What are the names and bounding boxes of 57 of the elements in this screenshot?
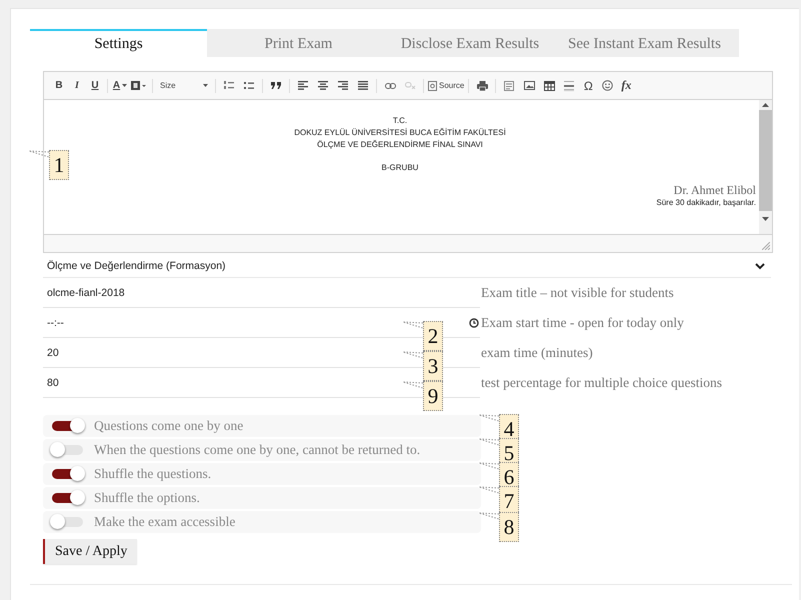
source-button[interactable]: Source	[427, 76, 466, 94]
leader-line	[478, 438, 499, 446]
document-line: DOKUZ EYLÜL ÜNİVERSİTESİ BUCA EĞİTİM FAKÜLTESİ	[294, 127, 506, 139]
toggle-label: Shuffle the options.	[94, 490, 200, 506]
chevron-down-icon	[755, 262, 765, 270]
callout-badge: 8	[499, 512, 519, 542]
leader-line	[478, 462, 499, 470]
tab[interactable]: Print Exam	[207, 29, 390, 57]
document-line: ÖLÇME VE DEĞERLENDİRME FİNAL SINAVI	[317, 139, 483, 151]
leader-line	[478, 414, 499, 422]
document-line: T.C.	[392, 115, 408, 127]
field-hint: exam time (minutes)	[481, 345, 593, 361]
toggle-switch[interactable]	[52, 493, 83, 503]
toggle-label: Make the exam accessible	[94, 514, 236, 530]
leader-line	[402, 351, 423, 359]
field-hint: Exam title – not visible for students	[481, 285, 674, 301]
toggle-switch[interactable]	[52, 469, 83, 479]
leader-line	[28, 150, 49, 158]
toggle-switch[interactable]	[52, 445, 83, 455]
caret-icon	[203, 84, 208, 87]
toggle-label: When the questions come one by one, cannot be returned to.	[94, 442, 420, 458]
caret-icon	[122, 84, 128, 87]
underline-button[interactable]: U	[86, 76, 104, 94]
scrollbar[interactable]	[759, 100, 772, 234]
document-line: Süre 30 dakikadır, başarılar.	[656, 197, 756, 209]
document-line: B-GRUBU	[382, 162, 418, 174]
callout-badge: 9	[423, 381, 443, 411]
callout-badge: 2	[423, 321, 443, 351]
field-hint: Exam start time - open for today only	[481, 315, 684, 331]
text-color-button[interactable]: A	[111, 76, 129, 94]
formula-button[interactable]: fx	[617, 76, 636, 94]
input-field[interactable]: olcme-fianl-2018	[43, 278, 480, 308]
toggle-label: Shuffle the questions.	[94, 466, 212, 482]
leader-line	[402, 321, 423, 329]
toggle-label: Questions come one by one	[94, 418, 244, 434]
tab[interactable]: Disclose Exam Results	[390, 29, 550, 57]
toggle-switch[interactable]	[52, 517, 83, 527]
leader-line	[478, 512, 499, 520]
clock-icon[interactable]	[469, 318, 479, 328]
resize-grip-icon[interactable]	[762, 242, 770, 250]
field-hint: test percentage for multiple choice questions	[481, 375, 722, 391]
special-character-button[interactable]: Ω	[579, 76, 598, 94]
save-button[interactable]: Save / Apply	[43, 539, 138, 564]
tab[interactable]: See Instant Exam Results	[550, 29, 739, 57]
scroll-up-icon[interactable]	[762, 103, 769, 107]
toggle-switch[interactable]	[52, 421, 83, 431]
callout-badge: 1	[49, 150, 69, 180]
italic-button[interactable]: I	[68, 76, 86, 94]
leader-line	[402, 381, 423, 389]
callout-badge: 3	[423, 351, 443, 381]
document-icon	[428, 80, 437, 90]
signature-text: Dr. Ahmet Elibol	[674, 183, 756, 197]
scroll-down-icon[interactable]	[762, 217, 769, 221]
course-dropdown[interactable]: Ölçme ve Değerlendirme (Formasyon)	[43, 255, 771, 278]
size-dropdown[interactable]: Size	[156, 76, 212, 94]
bold-button[interactable]: B	[50, 76, 68, 94]
leader-line	[478, 486, 499, 494]
